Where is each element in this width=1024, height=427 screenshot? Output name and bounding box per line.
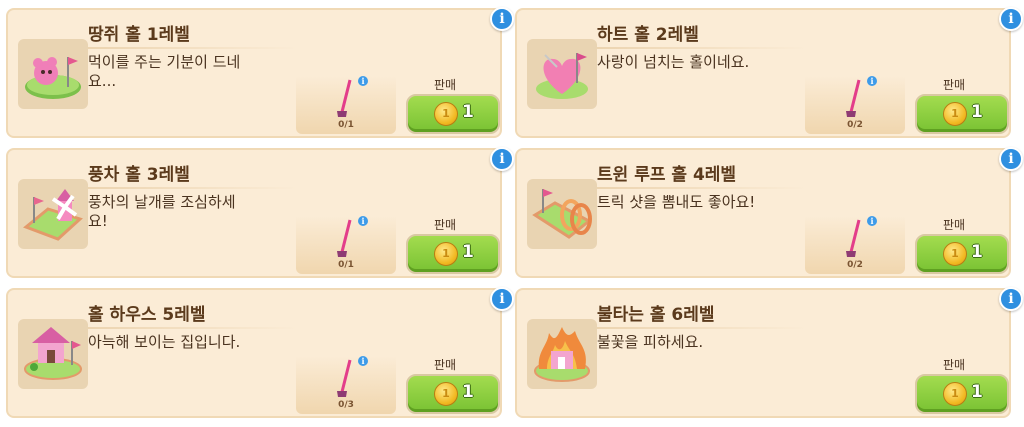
sell-price: 1 <box>462 242 474 262</box>
club-info-icon[interactable]: i <box>867 76 877 86</box>
sell-button[interactable]: 1 1 <box>915 234 1009 274</box>
hole-title: 홀 하우스 5레벨 <box>88 305 206 325</box>
sell-price: 1 <box>971 102 983 122</box>
progress-count: 0/1 <box>338 260 354 270</box>
club-progress: i 0/2 <box>805 216 905 274</box>
coin-icon: 1 <box>434 242 458 266</box>
heart-hole-icon <box>536 53 588 99</box>
coin-icon: 1 <box>434 102 458 126</box>
sell-label: 판매 <box>943 358 966 372</box>
title-divider <box>88 47 298 49</box>
hole-card-6: 불타는 홀 6레벨 불꽃을 피하세요. 판매 1 1 i <box>515 287 1023 418</box>
hole-title: 땅쥐 홀 1레벨 <box>88 25 190 45</box>
sell-button[interactable]: 1 1 <box>406 374 500 414</box>
coin-icon: 1 <box>434 382 458 406</box>
progress-count: 0/1 <box>338 120 354 130</box>
hole-description: 불꽃을 피하세요. <box>597 333 704 351</box>
sell-price: 1 <box>971 242 983 262</box>
title-divider <box>88 327 298 329</box>
sell-label: 판매 <box>434 218 457 232</box>
club-info-icon[interactable]: i <box>358 356 368 366</box>
hole-card-5: 홀 하우스 5레벨 아늑해 보이는 집입니다. i 0/3 판매 1 1 i <box>6 287 514 418</box>
sell-button[interactable]: 1 1 <box>915 94 1009 134</box>
hole-description: 트릭 샷을 뽐내도 좋아요! <box>597 193 756 211</box>
golf-club-icon <box>337 359 352 397</box>
coin-icon: 1 <box>943 102 967 126</box>
title-divider <box>88 187 298 189</box>
hole-card-3: 풍차 홀 3레벨 풍차의 날개를 조심하세요! i 0/1 판매 1 1 i <box>6 147 514 278</box>
info-icon[interactable]: i <box>999 147 1023 171</box>
hole-card-4: 트윈 루프 홀 4레벨 트릭 샷을 뽐내도 좋아요! i 0/2 판매 1 1 … <box>515 147 1023 278</box>
sell-label: 판매 <box>943 218 966 232</box>
title-divider <box>597 47 807 49</box>
golf-club-icon <box>846 79 861 117</box>
progress-count: 0/2 <box>847 260 863 270</box>
club-info-icon[interactable]: i <box>358 76 368 86</box>
club-info-icon[interactable]: i <box>358 216 368 226</box>
sell-button[interactable]: 1 1 <box>406 234 500 274</box>
title-divider <box>597 327 807 329</box>
sell-label: 판매 <box>434 358 457 372</box>
hole-description: 먹이를 주는 기분이 드네요... <box>88 53 241 90</box>
twin-loop-hole-icon <box>532 189 592 239</box>
hole-thumbnail <box>527 319 597 389</box>
coin-icon: 1 <box>943 382 967 406</box>
hole-description: 사랑이 넘치는 홀이네요. <box>597 53 750 71</box>
gopher-hole-icon <box>25 57 81 99</box>
hole-title: 하트 홀 2레벨 <box>597 25 699 45</box>
hole-thumbnail <box>18 179 88 249</box>
sell-price: 1 <box>462 382 474 402</box>
info-icon[interactable]: i <box>999 287 1023 311</box>
hole-thumbnail <box>18 319 88 389</box>
coin-icon: 1 <box>943 242 967 266</box>
hole-thumbnail <box>527 179 597 249</box>
hole-thumbnail <box>527 39 597 109</box>
golf-club-icon <box>337 219 352 257</box>
sell-label: 판매 <box>434 78 457 92</box>
sell-button[interactable]: 1 1 <box>915 374 1009 414</box>
golf-club-icon <box>846 219 861 257</box>
hole-house-icon <box>24 327 82 380</box>
title-divider <box>597 187 807 189</box>
hole-title: 트윈 루프 홀 4레벨 <box>597 165 737 185</box>
club-info-icon[interactable]: i <box>867 216 877 226</box>
sell-price: 1 <box>971 382 983 402</box>
info-icon[interactable]: i <box>490 147 514 171</box>
hole-title: 풍차 홀 3레벨 <box>88 165 190 185</box>
club-progress: i 0/3 <box>296 356 396 414</box>
hole-description: 아늑해 보이는 집입니다. <box>88 333 241 351</box>
hole-card-2: 하트 홀 2레벨 사랑이 넘치는 홀이네요. i 0/2 판매 1 1 i <box>515 7 1023 138</box>
sell-label: 판매 <box>943 78 966 92</box>
club-progress: i 0/1 <box>296 216 396 274</box>
club-progress: i 0/1 <box>296 76 396 134</box>
golf-club-icon <box>337 79 352 117</box>
info-icon[interactable]: i <box>999 7 1023 31</box>
info-icon[interactable]: i <box>490 7 514 31</box>
sell-price: 1 <box>462 102 474 122</box>
club-progress: i 0/2 <box>805 76 905 134</box>
hole-title: 불타는 홀 6레벨 <box>597 305 715 325</box>
progress-count: 0/3 <box>338 400 354 410</box>
info-icon[interactable]: i <box>490 287 514 311</box>
hole-card-1: 땅쥐 홀 1레벨 먹이를 주는 기분이 드네요... i 0/1 판매 1 1 … <box>6 7 514 138</box>
sell-button[interactable]: 1 1 <box>406 94 500 134</box>
windmill-hole-icon <box>23 189 83 241</box>
burning-hole-icon <box>534 327 590 382</box>
progress-count: 0/2 <box>847 120 863 130</box>
hole-description: 풍차의 날개를 조심하세요! <box>88 193 236 230</box>
hole-thumbnail <box>18 39 88 109</box>
